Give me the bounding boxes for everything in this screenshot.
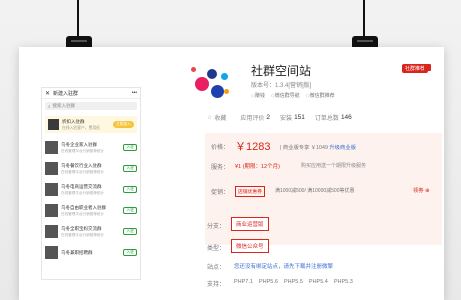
group-title: 乌冬兼职招聘群 <box>61 249 93 255</box>
phone-header: ✕ 新建入驻群 ••• <box>42 88 140 99</box>
join-button[interactable]: 入驻 <box>123 165 137 172</box>
upgrade-link[interactable]: 升级商业版 <box>329 145 356 151</box>
tag[interactable]: 微信群导航 <box>271 92 300 99</box>
group-thumbnail <box>45 225 58 238</box>
stats-row: ☆ 收藏 应用评价 2 安装 151 订单总数 146 <box>207 113 362 122</box>
price-label: 价格： <box>211 145 230 151</box>
product-card: ✕ 新建入驻群 ••• ⌕ 搜索入驻群 折扣入驻群 在线入驻客户，费用低 立即加… <box>19 47 444 300</box>
more-icon[interactable]: ••• <box>132 90 137 96</box>
app-tags: 赚钱 微信群导航 微信群推荐 <box>251 92 335 99</box>
site-label: 站点： <box>207 265 226 271</box>
star-icon[interactable]: ☆ <box>207 114 212 121</box>
install-label: 安装 <box>280 116 293 122</box>
type-label: 类型： <box>207 246 226 252</box>
group-subtitle: 在线管理平台分销推荐统计 <box>61 211 105 216</box>
group-thumbnail <box>45 204 58 217</box>
group-thumbnail <box>45 141 58 154</box>
price-note: | 商业版专享 ￥1049 升级商业版 <box>280 143 356 151</box>
tag[interactable]: 微信群推荐 <box>306 92 335 99</box>
featured-group[interactable]: 折扣入驻群 在线入驻客户，费用低 立即加入 <box>45 116 137 133</box>
order-count: 146 <box>340 114 352 121</box>
version-text: 版本号：1.3.4[营销]版] <box>251 83 312 89</box>
phone-preview: ✕ 新建入驻群 ••• ⌕ 搜索入驻群 折扣入驻群 在线入驻客户，费用低 立即加… <box>41 87 141 280</box>
php-version: PHP5.5 <box>283 279 303 285</box>
group-thumbnail <box>45 246 58 259</box>
group-subtitle: 在线管理平台分销推荐统计 <box>61 232 105 237</box>
coupon-button[interactable]: 领券 ⊕ <box>413 186 430 194</box>
php-version: PHP5.3 <box>333 279 353 285</box>
app-logo <box>191 63 235 103</box>
close-icon[interactable]: ✕ <box>45 90 50 97</box>
group-thumbnail <box>45 183 58 196</box>
price-value: ￥1283 <box>235 141 271 153</box>
order-label: 订单总数 <box>314 116 339 122</box>
featured-thumbnail <box>48 119 59 130</box>
phone-search-input[interactable]: ⌕ 搜索入驻群 <box>45 102 137 110</box>
favorite-label[interactable]: 收藏 <box>214 113 226 122</box>
join-button[interactable]: 入驻 <box>123 249 137 256</box>
php-versions: PHP7.1 PHP5.6 PHP5.5 PHP5.4 PHP5.3 <box>234 279 353 285</box>
bind-site-link[interactable]: 您还没有绑定站点，请先下载并注册微擎 <box>234 262 333 270</box>
variant-label: 分支： <box>207 224 226 230</box>
list-item[interactable]: 乌冬兼职招聘群 入驻 <box>42 242 140 263</box>
join-button[interactable]: 入驻 <box>123 144 137 151</box>
install-count: 151 <box>294 114 305 121</box>
rating-count: 2 <box>266 114 271 121</box>
search-placeholder: 搜索入驻群 <box>52 103 76 108</box>
list-item[interactable]: 乌冬全职宝妈交流群 在线管理平台分销推荐统计 入驻 <box>42 221 140 242</box>
phone-header-title: 新建入驻群 <box>53 90 79 97</box>
business-price: | 商业版专享 ￥1049 <box>280 145 328 151</box>
type-option-button[interactable]: 微信公众号 <box>231 239 269 253</box>
promo-text: 满1000减500/ 满10000减500等优惠 <box>275 188 355 194</box>
list-item[interactable]: 乌冬电商运营交流群 在线管理平台分销推荐统计 入驻 <box>42 179 140 200</box>
promo-tag: 店铺优惠券 <box>235 186 265 197</box>
php-version: PHP5.4 <box>308 279 328 285</box>
join-button[interactable]: 入驻 <box>123 207 137 214</box>
service-value: ¥1 (期限：12个月) <box>235 164 280 170</box>
featured-join-button[interactable]: 立即加入 <box>112 121 134 128</box>
promo-label: 促销： <box>211 190 230 196</box>
list-item[interactable]: 乌冬餐饮行业入驻群 在线管理平台分销推荐统计 入驻 <box>42 158 140 179</box>
search-icon: ⌕ <box>48 103 51 109</box>
variant-option-button[interactable]: 商业运营版 <box>231 217 269 231</box>
group-thumbnail <box>45 162 58 175</box>
list-item[interactable]: 乌冬自由职业者入驻群 在线管理平台分销推荐统计 入驻 <box>42 200 140 221</box>
service-label: 服务： <box>211 165 230 171</box>
php-version: PHP7.1 <box>234 279 253 285</box>
join-button[interactable]: 入驻 <box>123 228 137 235</box>
featured-subtitle: 在线入驻客户，费用低 <box>62 125 100 130</box>
join-button[interactable]: 入驻 <box>123 186 137 193</box>
app-title: 社群空间站 <box>251 64 312 78</box>
group-subtitle: 在线管理平台分销推荐统计 <box>61 190 105 195</box>
bookmark-icon[interactable] <box>424 64 431 71</box>
service-note: 购买应用送一个期限升级服务 <box>301 163 367 169</box>
group-subtitle: 在线管理平台分销推荐统计 <box>61 148 105 153</box>
group-subtitle: 在线管理平台分销推荐统计 <box>61 169 105 174</box>
tag[interactable]: 赚钱 <box>251 92 265 99</box>
list-item[interactable]: 乌冬企业家入驻群 在线管理平台分销推荐统计 入驻 <box>42 137 140 158</box>
rating-label: 应用评价 <box>240 116 265 122</box>
php-version: PHP5.6 <box>258 279 278 285</box>
support-label: 支持： <box>207 282 226 288</box>
